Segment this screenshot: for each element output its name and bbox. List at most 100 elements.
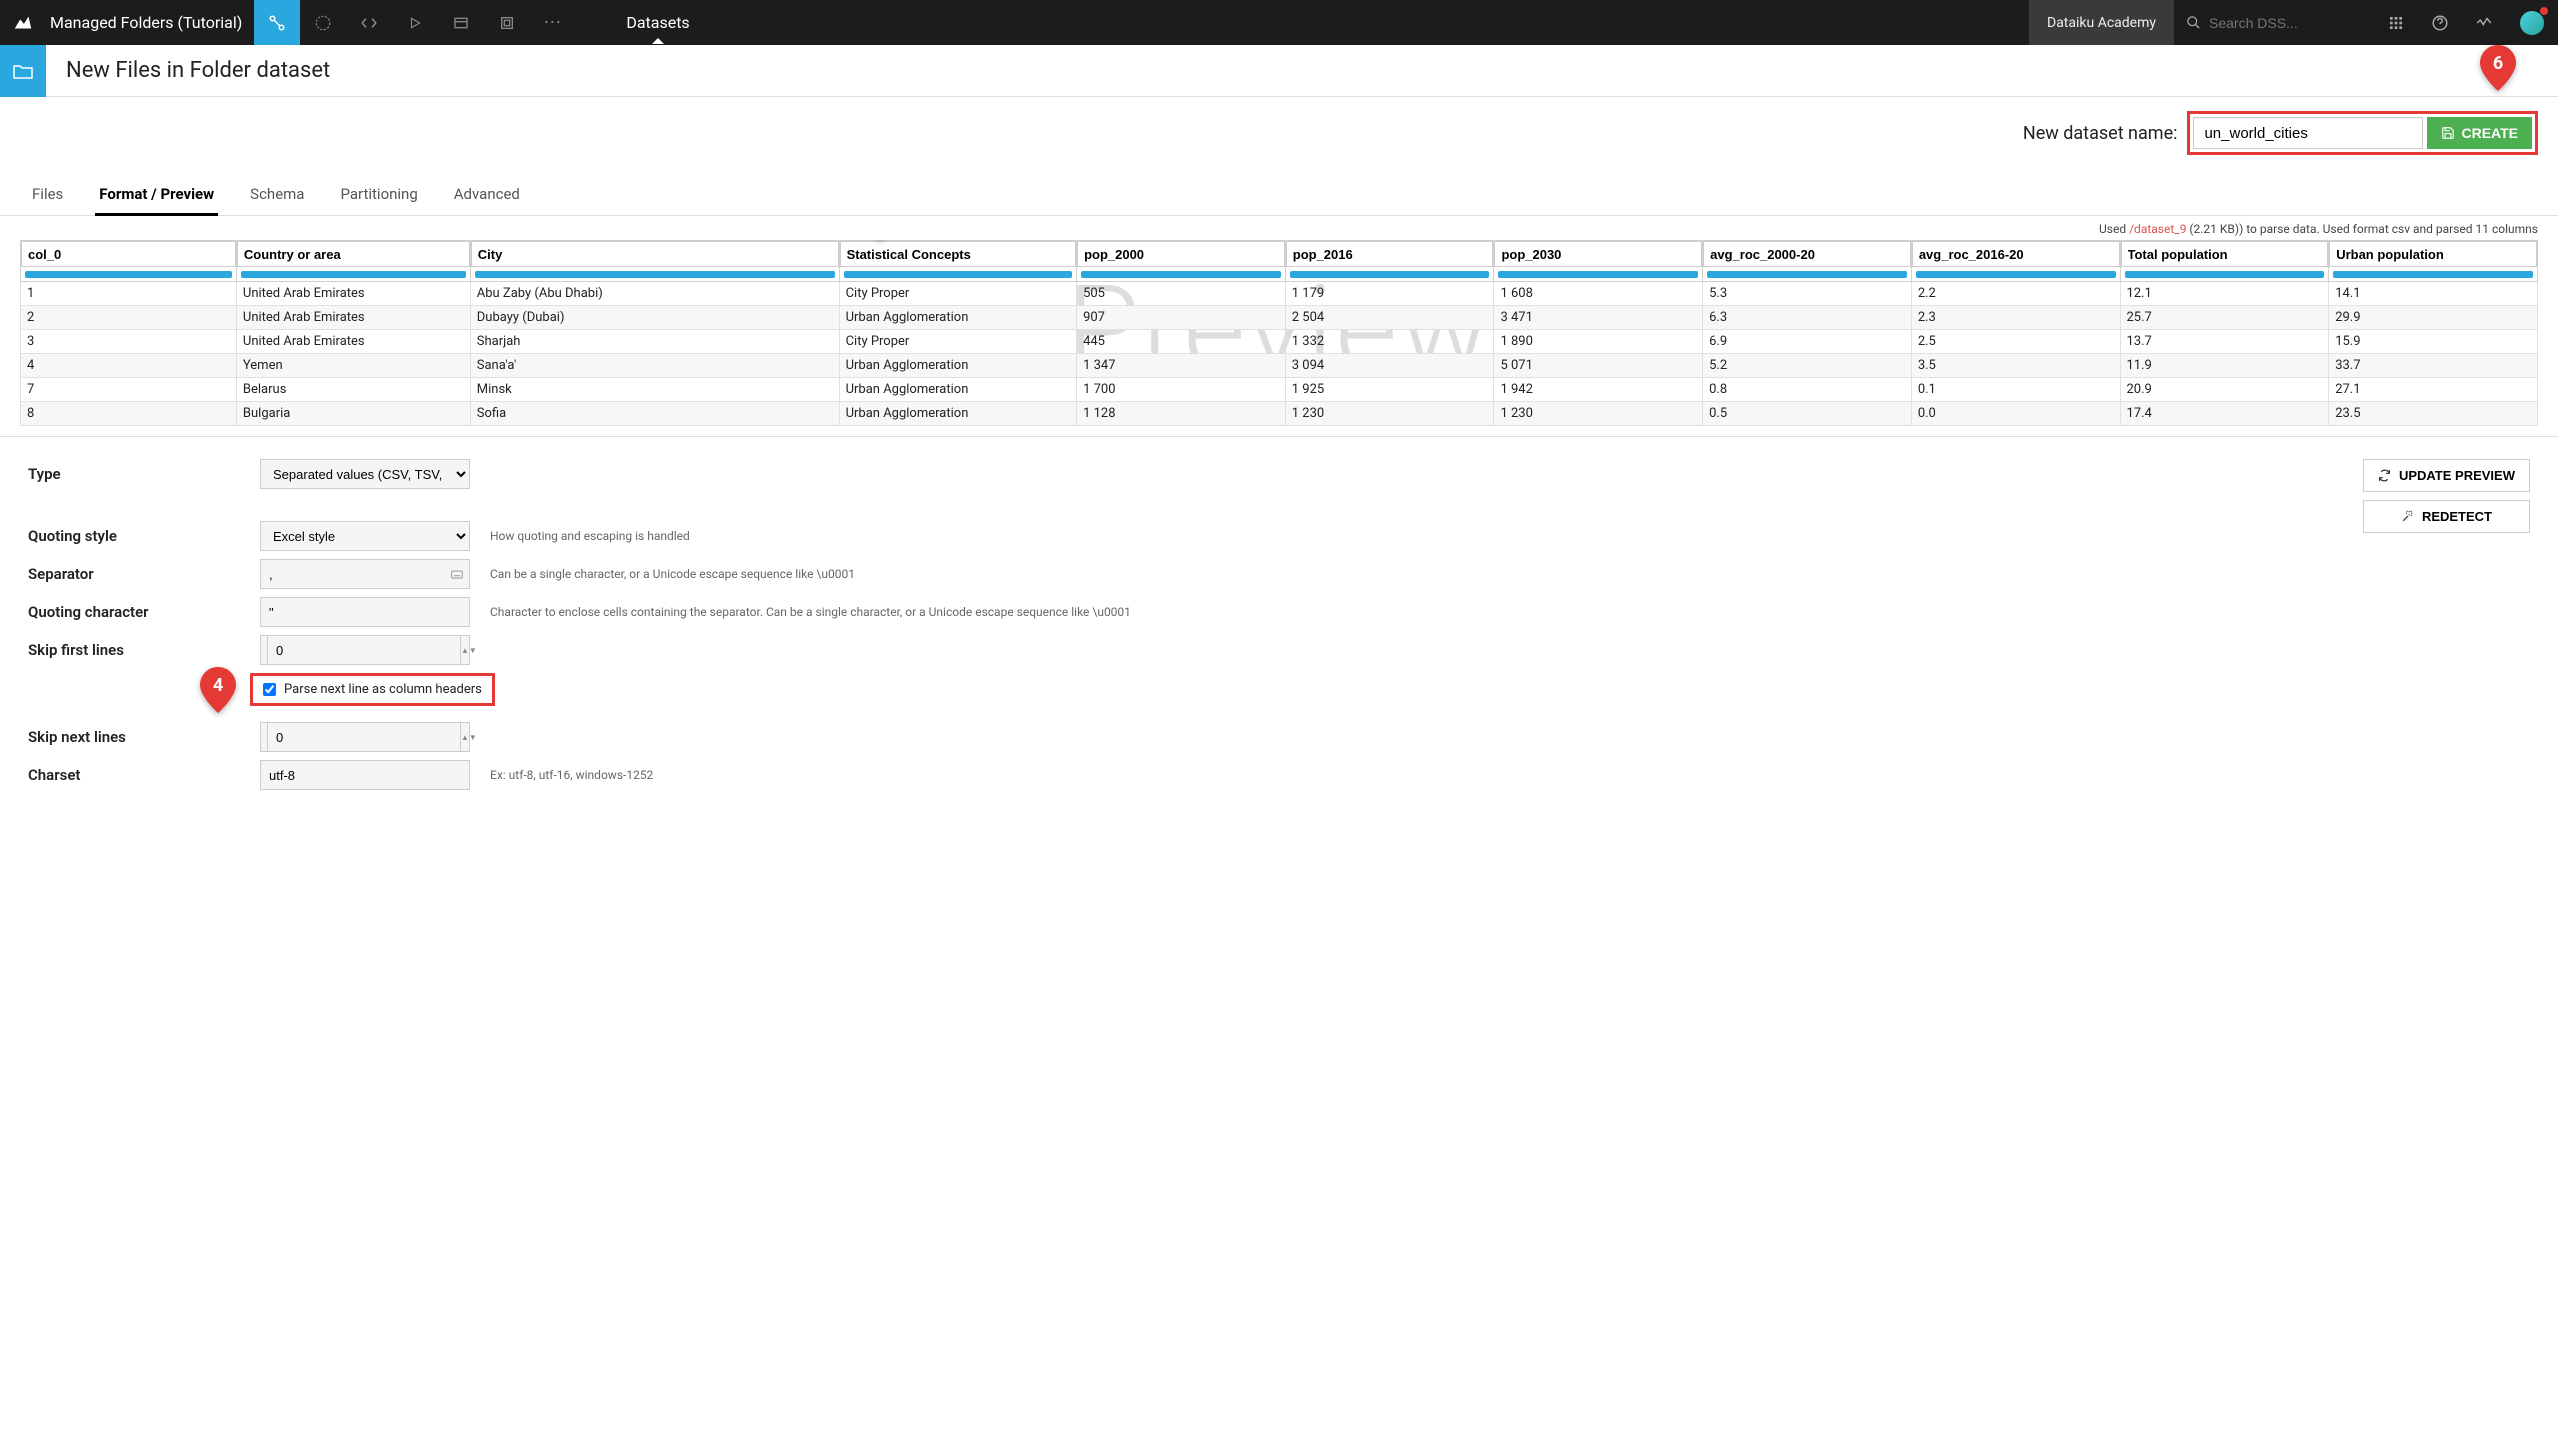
apps-icon[interactable] [2374,0,2418,45]
table-cell: Sofia [470,402,839,426]
type-select[interactable]: Separated values (CSV, TSV, ...) [260,459,470,489]
flow-button[interactable] [254,0,300,45]
table-cell: 1 230 [1494,402,1703,426]
circle-icon[interactable] [300,0,346,45]
spinner-icon[interactable]: ▲▼ [461,646,475,655]
quality-bar [2333,271,2533,278]
table-cell: Urban Agglomeration [839,378,1076,402]
col-name-input[interactable] [1494,241,1702,267]
table-cell: Belarus [236,378,470,402]
help-icon[interactable] [2418,0,2462,45]
skip-first-input[interactable]: ▲▼ [260,635,470,665]
table-cell: 2 504 [1285,306,1494,330]
charset-label: Charset [28,766,248,784]
redetect-button[interactable]: REDETECT [2363,500,2530,533]
col-name-input[interactable] [2329,241,2537,267]
search-box[interactable] [2174,15,2374,31]
parse-headers-checkbox[interactable] [263,683,276,696]
more-icon[interactable]: ⋯ [530,0,576,45]
col-name-input[interactable] [1912,241,2120,267]
table-cell: 1 [21,282,237,306]
table-cell: 505 [1077,282,1286,306]
table-cell: Sana'a' [470,354,839,378]
col-name-input[interactable] [1286,241,1494,267]
play-icon[interactable] [392,0,438,45]
preview-table: 1United Arab EmiratesAbu Zaby (Abu Dhabi… [20,240,2538,426]
col-header [1077,241,1286,282]
dataiku-logo[interactable] [0,0,46,45]
separator-input[interactable] [260,559,470,589]
table-cell: 907 [1077,306,1286,330]
col-header [1494,241,1703,282]
project-name[interactable]: Managed Folders (Tutorial) [46,13,254,32]
search-input[interactable] [2209,15,2329,31]
tab-format-preview[interactable]: Format / Preview [95,177,218,216]
table-wrap: Preview 1United Arab EmiratesAbu Zaby (A… [0,240,2558,432]
table-cell: 4 [21,354,237,378]
separator-label: Separator [28,565,248,583]
user-avatar[interactable] [2520,11,2544,35]
form-section: UPDATE PREVIEW REDETECT Type Separated v… [0,436,2558,820]
table-cell: City Proper [839,330,1076,354]
col-header [1911,241,2120,282]
col-header [1285,241,1494,282]
code-icon[interactable] [346,0,392,45]
folder-icon [0,45,46,97]
dataiku-academy-link[interactable]: Dataiku Academy [2029,0,2174,45]
keyboard-icon [450,567,464,581]
table-cell: Minsk [470,378,839,402]
col-name-input[interactable] [237,241,470,267]
table-cell: 1 128 [1077,402,1286,426]
create-button[interactable]: CREATE [2427,117,2532,149]
col-name-input[interactable] [471,241,839,267]
table-cell: 1 230 [1285,402,1494,426]
table-cell: 3 [21,330,237,354]
quoting-style-label: Quoting style [28,527,248,545]
table-cell: 5.2 [1703,354,1912,378]
wand-icon [2401,510,2414,523]
save-icon [2441,126,2455,140]
app-icon[interactable] [484,0,530,45]
quality-bar [1081,271,1281,278]
tab-advanced[interactable]: Advanced [450,177,524,215]
table-cell: City Proper [839,282,1076,306]
quoting-char-input[interactable] [260,597,470,627]
update-preview-button[interactable]: UPDATE PREVIEW [2363,459,2530,492]
col-header [236,241,470,282]
tab-partitioning[interactable]: Partitioning [336,177,421,215]
col-name-input[interactable] [1077,241,1285,267]
quality-bar [25,271,232,278]
col-name-input[interactable] [21,241,236,267]
table-row: 3United Arab EmiratesSharjahCity Proper4… [21,330,2538,354]
table-cell: Yemen [236,354,470,378]
table-cell: Urban Agglomeration [839,354,1076,378]
datasets-tab[interactable]: Datasets [606,13,709,32]
table-cell: 29.9 [2329,306,2538,330]
skip-next-input[interactable]: ▲▼ [260,722,470,752]
refresh-icon [2378,469,2391,482]
activity-icon[interactable] [2462,0,2506,45]
table-cell: 1 608 [1494,282,1703,306]
table-cell: 20.9 [2120,378,2329,402]
table-cell: 6.3 [1703,306,1912,330]
col-header [21,241,237,282]
table-cell: 1 890 [1494,330,1703,354]
col-name-input[interactable] [840,241,1076,267]
charset-input[interactable] [260,760,470,790]
table-cell: 23.5 [2329,402,2538,426]
col-name-input[interactable] [1703,241,1911,267]
table-cell: 14.1 [2329,282,2538,306]
dashboard-icon[interactable] [438,0,484,45]
dataset-name-input[interactable] [2193,117,2423,149]
tab-schema[interactable]: Schema [246,177,308,215]
table-cell: 3 471 [1494,306,1703,330]
col-name-input[interactable] [2121,241,2329,267]
create-label: CREATE [2461,125,2518,141]
quoting-style-select[interactable]: Excel style [260,521,470,551]
tab-files[interactable]: Files [28,177,67,215]
table-cell: 1 942 [1494,378,1703,402]
spinner-icon[interactable]: ▲▼ [461,733,475,742]
new-dataset-label: New dataset name: [2023,123,2178,144]
table-cell: 5.3 [1703,282,1912,306]
quoting-char-label: Quoting character [28,603,248,621]
